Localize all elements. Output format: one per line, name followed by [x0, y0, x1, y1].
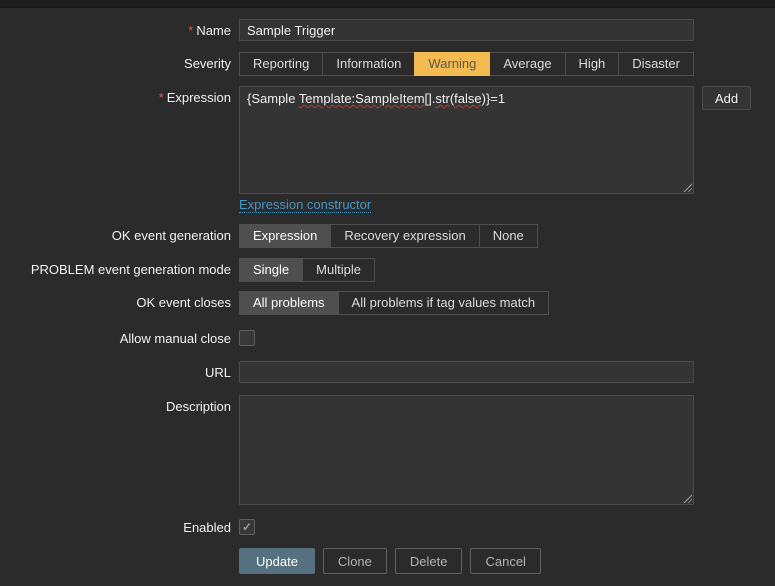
resize-handle-icon[interactable]	[682, 182, 692, 192]
trigger-form-page: *Name Severity Reporting Information War…	[0, 0, 775, 586]
severity-label: Severity	[184, 56, 231, 71]
problem-mode-option-multiple[interactable]: Multiple	[302, 258, 375, 282]
problem-event-generation-mode-options: Single Multiple	[239, 258, 375, 282]
required-asterisk: *	[158, 90, 164, 105]
description-row: Description	[0, 395, 775, 505]
ok-event-generation-label: OK event generation	[111, 228, 231, 243]
url-label: URL	[204, 365, 231, 380]
clone-button[interactable]: Clone	[322, 548, 387, 574]
ok-event-closes-row: OK event closes All problems All problem…	[0, 291, 775, 315]
footer-buttons-row: Update Clone Delete Cancel	[0, 548, 775, 574]
severity-option-high[interactable]: High	[564, 52, 620, 76]
add-button[interactable]: Add	[702, 86, 752, 110]
expression-label: * Expression	[158, 90, 231, 105]
expression-textarea[interactable]: {Sample Template:SampleItem[].str(false)…	[239, 86, 694, 194]
ok-event-generation-option-none[interactable]: None	[478, 224, 538, 248]
cancel-button[interactable]: Cancel	[470, 548, 541, 574]
severity-options: Reporting Information Warning Average Hi…	[239, 52, 694, 76]
problem-event-generation-mode-label: PROBLEM event generation mode	[30, 262, 231, 277]
severity-option-average[interactable]: Average	[489, 52, 566, 76]
allow-manual-close-label: Allow manual close	[119, 331, 231, 346]
severity-option-reporting[interactable]: Reporting	[239, 52, 324, 76]
ok-event-closes-option-all-problems-if-tag-values-match[interactable]: All problems if tag values match	[337, 291, 550, 315]
enabled-row: Enabled	[0, 519, 775, 536]
enabled-checkbox[interactable]	[239, 519, 255, 535]
ok-event-generation-options: Expression Recovery expression None	[239, 224, 538, 248]
severity-option-warning[interactable]: Warning	[414, 52, 491, 76]
url-row: URL	[0, 361, 775, 384]
expression-textarea-text: {Sample Template:SampleItem[].str(false)…	[247, 91, 506, 106]
expression-constructor-row: Expression constructor	[0, 197, 775, 213]
allow-manual-close-checkbox[interactable]	[239, 330, 255, 346]
ok-event-closes-options: All problems All problems if tag values …	[239, 291, 550, 315]
expression-row: * Expression {Sample Template:SampleItem[…	[0, 86, 775, 194]
name-label: * Name	[188, 23, 231, 38]
problem-mode-option-single[interactable]: Single	[239, 258, 304, 282]
ok-event-generation-option-expression[interactable]: Expression	[239, 224, 332, 248]
url-input[interactable]	[239, 361, 694, 383]
required-asterisk: *	[188, 23, 194, 38]
delete-button[interactable]: Delete	[394, 548, 463, 574]
description-textarea-wrap	[239, 395, 694, 505]
description-textarea[interactable]	[240, 396, 693, 504]
name-row: * Name	[0, 19, 775, 43]
name-input[interactable]	[239, 19, 694, 41]
severity-option-disaster[interactable]: Disaster	[618, 52, 694, 76]
ok-event-generation-row: OK event generation Expression Recovery …	[0, 224, 775, 248]
severity-row: Severity Reporting Information Warning A…	[0, 52, 775, 76]
severity-option-information[interactable]: Information	[322, 52, 416, 76]
ok-event-generation-option-recovery-expression[interactable]: Recovery expression	[330, 224, 480, 248]
allow-manual-close-row: Allow manual close	[0, 330, 775, 349]
ok-event-closes-option-all-problems[interactable]: All problems	[239, 291, 339, 315]
update-button[interactable]: Update	[239, 548, 315, 574]
problem-event-generation-mode-row: PROBLEM event generation mode Single Mul…	[0, 258, 775, 282]
enabled-label: Enabled	[183, 520, 231, 535]
top-bar	[0, 0, 775, 8]
description-label: Description	[165, 399, 231, 414]
expression-constructor-link[interactable]: Expression constructor	[239, 197, 372, 213]
ok-event-closes-label: OK event closes	[136, 295, 231, 310]
